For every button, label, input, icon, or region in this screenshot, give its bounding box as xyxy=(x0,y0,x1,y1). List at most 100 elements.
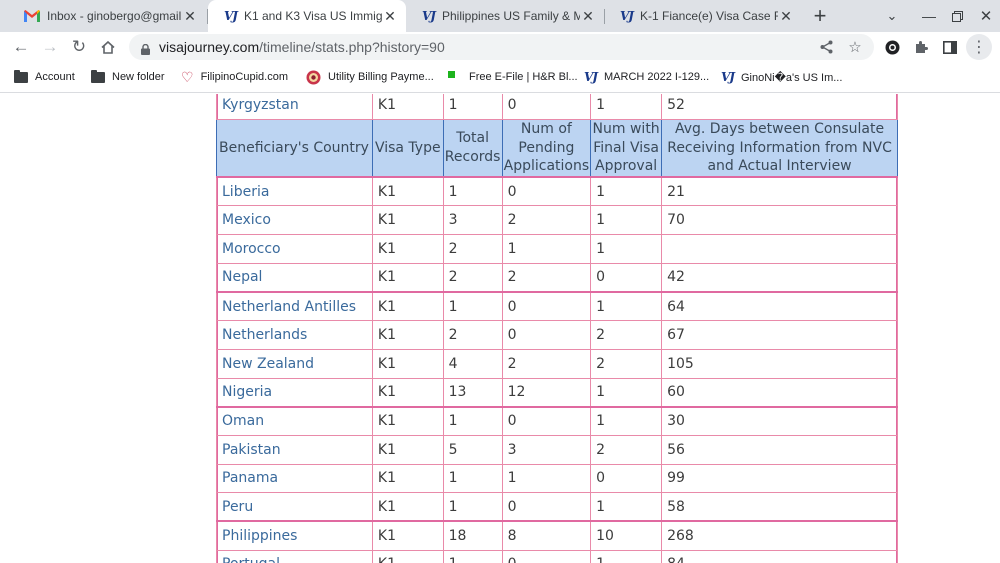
tab-k1-fiance-filing[interactable]: VJ K-1 Fiance(e) Visa Case Filing ✕ xyxy=(604,0,802,32)
reload-icon[interactable]: ↻ xyxy=(65,32,93,62)
country-cell[interactable]: Philippines xyxy=(216,520,373,551)
close-icon[interactable]: ✕ xyxy=(182,8,198,24)
country-cell[interactable]: Liberia xyxy=(216,176,373,207)
country-link[interactable]: Portugal xyxy=(222,556,280,563)
country-cell[interactable]: Pakistan xyxy=(216,434,373,465)
avg-days-cell: 21 xyxy=(661,176,898,207)
country-link[interactable]: Liberia xyxy=(222,184,269,200)
country-cell[interactable]: Nigeria xyxy=(216,377,373,408)
approved-cell: 10 xyxy=(590,520,663,551)
pending-cell: 0 xyxy=(501,405,592,436)
visa-type-cell: K1 xyxy=(371,377,444,408)
country-link[interactable]: Oman xyxy=(222,413,264,429)
approved-cell: 2 xyxy=(590,348,663,379)
bookmark-account[interactable]: Account xyxy=(14,62,75,92)
approved-cell: 1 xyxy=(590,492,663,522)
extensions-puzzle-icon[interactable] xyxy=(907,32,935,62)
bookmark-march-2022[interactable]: VJ MARCH 2022 I-129... xyxy=(584,62,709,92)
country-link[interactable]: Philippines xyxy=(222,528,297,544)
country-cell[interactable]: Oman xyxy=(216,405,373,436)
close-icon[interactable]: ✕ xyxy=(382,8,398,24)
table-row: Peru K1 1 0 1 58 xyxy=(216,492,898,522)
country-link[interactable]: Pakistan xyxy=(222,442,281,458)
table-row: Kyrgyzstan K1 1 0 1 52 xyxy=(216,94,898,120)
bookmark-label: Account xyxy=(35,71,75,83)
home-icon[interactable] xyxy=(94,32,122,62)
page-viewport[interactable]: Kyrgyzstan K1 1 0 1 52 Beneficiary's Cou… xyxy=(0,94,1000,563)
browser-toolbar: ← → ↻ visajourney.com/timeline/stats.php… xyxy=(0,32,1000,62)
close-window-icon[interactable]: ✕ xyxy=(972,0,1000,32)
visajourney-icon: VJ xyxy=(584,70,598,84)
country-cell[interactable]: New Zealand xyxy=(216,348,373,379)
bookmark-hr-block[interactable]: Free E-File | H&R Bl... xyxy=(448,62,578,92)
pending-cell: 3 xyxy=(501,434,592,465)
avg-days-cell: 64 xyxy=(661,290,898,322)
address-bar[interactable]: visajourney.com/timeline/stats.php?histo… xyxy=(129,34,874,60)
visa-stats-table: Kyrgyzstan K1 1 0 1 52 Beneficiary's Cou… xyxy=(216,94,898,563)
hrblock-icon xyxy=(448,71,455,78)
bookmark-ginonina-us-im[interactable]: VJ GinoNi�a's US Im... xyxy=(721,62,842,92)
country-cell[interactable]: Peru xyxy=(216,492,373,522)
tab-philippines-family[interactable]: VJ Philippines US Family & Marriage ✕ xyxy=(406,0,604,32)
country-link[interactable]: Netherlands xyxy=(222,327,307,343)
restore-icon[interactable] xyxy=(943,0,971,32)
country-link[interactable]: Mexico xyxy=(222,212,271,228)
approved-cell: 1 xyxy=(590,94,663,120)
forward-arrow-icon[interactable]: → xyxy=(36,32,64,62)
back-arrow-icon[interactable]: ← xyxy=(7,32,35,62)
extension-camera-icon[interactable] xyxy=(878,32,906,62)
country-cell[interactable]: Panama xyxy=(216,463,373,494)
bookmark-label: Free E-File | H&R Bl... xyxy=(469,71,578,83)
share-icon[interactable] xyxy=(814,34,838,60)
minimize-icon[interactable]: — xyxy=(915,0,943,32)
lock-icon[interactable] xyxy=(141,42,150,55)
bookmark-new-folder[interactable]: New folder xyxy=(91,62,165,92)
country-cell[interactable]: Netherland Antilles xyxy=(216,290,373,322)
country-cell[interactable]: Nepal xyxy=(216,262,373,293)
visa-type-cell: K1 xyxy=(371,262,444,293)
approved-cell: 1 xyxy=(590,234,663,264)
header-total-records: Total Records xyxy=(442,118,503,178)
tab-title: Philippines US Family & Marriage xyxy=(442,9,580,23)
country-link[interactable]: Nepal xyxy=(222,269,262,285)
side-panel-icon[interactable] xyxy=(936,32,964,62)
table-row: Pakistan K1 5 3 2 56 xyxy=(216,434,898,465)
tab-gmail-inbox[interactable]: Inbox - ginobergo@gmail.com ✕ xyxy=(8,0,206,32)
country-link[interactable]: Peru xyxy=(222,499,253,515)
table-row: Oman K1 1 0 1 30 xyxy=(216,405,898,436)
country-link[interactable]: New Zealand xyxy=(222,356,314,372)
visa-type-cell: K1 xyxy=(371,320,444,350)
bookmark-label: MARCH 2022 I-129... xyxy=(604,71,710,83)
close-icon[interactable]: ✕ xyxy=(778,8,794,24)
country-link[interactable]: Netherland Antilles xyxy=(222,299,356,315)
visa-type-cell: K1 xyxy=(371,176,444,207)
approved-cell: 2 xyxy=(590,320,663,350)
country-cell[interactable]: Mexico xyxy=(216,205,373,236)
bookmark-filipinocupid[interactable]: ♡ FilipinoCupid.com xyxy=(181,62,288,92)
avg-days-cell: 70 xyxy=(661,205,898,236)
country-link[interactable]: Morocco xyxy=(222,241,281,257)
country-link[interactable]: Kyrgyzstan xyxy=(222,97,299,113)
country-link[interactable]: Nigeria xyxy=(222,384,272,400)
country-cell[interactable]: Morocco xyxy=(216,234,373,264)
pending-cell: 8 xyxy=(501,520,592,551)
close-icon[interactable]: ✕ xyxy=(580,8,596,24)
new-tab-button[interactable]: + xyxy=(806,0,834,32)
tab-search-icon[interactable]: ⌄ xyxy=(878,0,906,32)
avg-days-cell: 58 xyxy=(661,492,898,522)
tab-strip: Inbox - ginobergo@gmail.com ✕ VJ K1 and … xyxy=(0,0,1000,32)
country-cell[interactable]: Kyrgyzstan xyxy=(216,94,373,120)
pending-cell: 0 xyxy=(501,176,592,207)
table-row: Liberia K1 1 0 1 21 xyxy=(216,176,898,207)
pending-cell: 0 xyxy=(501,492,592,522)
country-link[interactable]: Panama xyxy=(222,470,278,486)
menu-kebab-icon[interactable]: ⋮ xyxy=(966,34,992,60)
bookmark-star-icon[interactable]: ☆ xyxy=(843,34,867,60)
approved-cell: 1 xyxy=(590,176,663,207)
bookmark-label: GinoNi�a's US Im... xyxy=(741,71,843,84)
country-cell[interactable]: Netherlands xyxy=(216,320,373,350)
bookmark-label: FilipinoCupid.com xyxy=(200,71,288,83)
tab-k1-k3-visa[interactable]: VJ K1 and K3 Visa US Immigration ✕ xyxy=(208,0,406,32)
bookmark-utility-billing[interactable]: Utility Billing Payme... xyxy=(306,62,434,92)
country-cell[interactable]: Portugal xyxy=(216,549,373,563)
